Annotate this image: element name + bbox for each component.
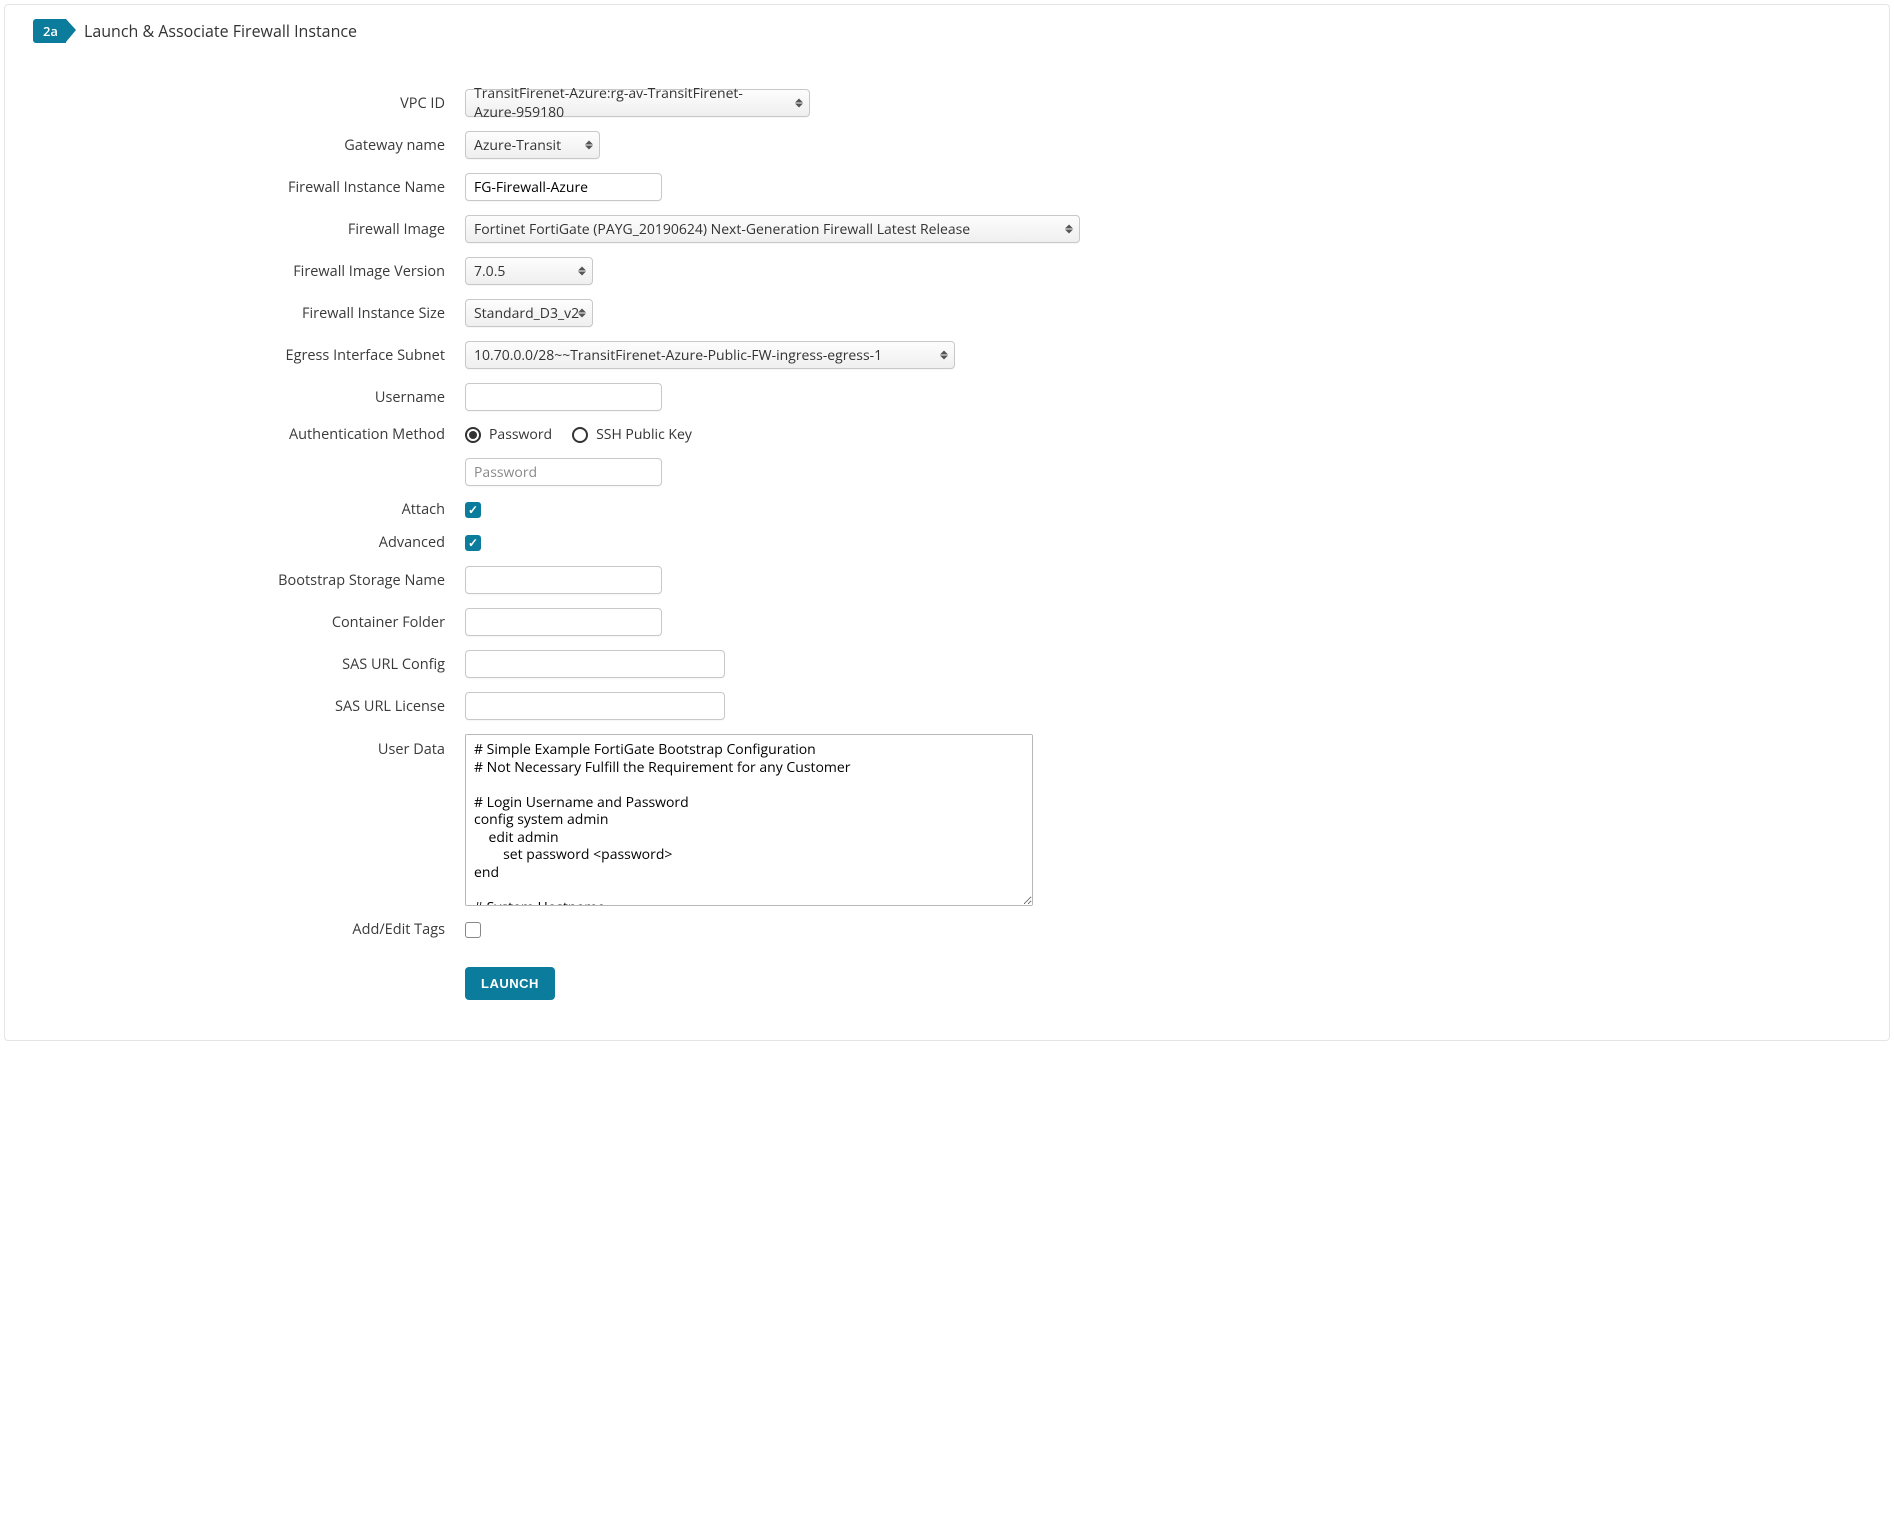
chevron-updown-icon	[940, 351, 948, 360]
username-input[interactable]	[465, 383, 662, 411]
label-firewall-image: Firewall Image	[5, 220, 445, 239]
auth-password-label: Password	[489, 425, 552, 444]
firewall-instance-name-input[interactable]	[465, 173, 662, 201]
sas-url-config-input[interactable]	[465, 650, 725, 678]
vpc-id-select[interactable]: TransitFirenet-Azure:rg-av-TransitFirene…	[465, 89, 810, 117]
label-auth-method: Authentication Method	[5, 425, 445, 444]
sas-url-license-input[interactable]	[465, 692, 725, 720]
label-firewall-instance-name: Firewall Instance Name	[5, 178, 445, 197]
launch-firewall-panel: 2a Launch & Associate Firewall Instance …	[4, 4, 1890, 1041]
label-attach: Attach	[5, 500, 445, 519]
chevron-updown-icon	[1065, 225, 1073, 234]
label-user-data: User Data	[5, 734, 445, 759]
firewall-image-version-value: 7.0.5	[474, 262, 505, 281]
password-field[interactable]	[474, 463, 653, 482]
label-firewall-image-version: Firewall Image Version	[5, 262, 445, 281]
auth-ssh-label: SSH Public Key	[596, 425, 692, 444]
bootstrap-storage-name-input[interactable]	[465, 566, 662, 594]
label-advanced: Advanced	[5, 533, 445, 552]
username-field[interactable]	[474, 388, 653, 407]
container-folder-field[interactable]	[474, 613, 653, 632]
advanced-checkbox[interactable]: ✓	[465, 535, 481, 551]
chevron-updown-icon	[585, 141, 593, 150]
user-data-textarea[interactable]	[465, 734, 1033, 906]
page-title: Launch & Associate Firewall Instance	[84, 20, 357, 42]
label-add-edit-tags: Add/Edit Tags	[5, 920, 445, 939]
auth-method-radio-group: Password SSH Public Key	[465, 425, 692, 444]
gateway-name-value: Azure-Transit	[474, 136, 561, 155]
step-badge: 2a	[33, 19, 66, 43]
label-gateway-name: Gateway name	[5, 136, 445, 155]
auth-method-ssh-radio[interactable]: SSH Public Key	[572, 425, 692, 444]
egress-subnet-value: 10.70.0.0/28~~TransitFirenet-Azure-Publi…	[474, 346, 882, 365]
label-egress-subnet: Egress Interface Subnet	[5, 346, 445, 365]
sas-url-config-field[interactable]	[474, 655, 716, 674]
label-container-folder: Container Folder	[5, 613, 445, 632]
chevron-updown-icon	[795, 99, 803, 108]
firewall-instance-size-select[interactable]: Standard_D3_v2	[465, 299, 593, 327]
launch-button[interactable]: LAUNCH	[465, 967, 555, 1000]
label-bootstrap-storage-name: Bootstrap Storage Name	[5, 571, 445, 590]
gateway-name-select[interactable]: Azure-Transit	[465, 131, 600, 159]
label-username: Username	[5, 388, 445, 407]
form: VPC ID TransitFirenet-Azure:rg-av-Transi…	[5, 59, 1889, 1000]
label-vpc-id: VPC ID	[5, 94, 445, 113]
auth-method-password-radio[interactable]: Password	[465, 425, 552, 444]
add-edit-tags-checkbox[interactable]	[465, 922, 481, 938]
firewall-instance-size-value: Standard_D3_v2	[474, 304, 579, 323]
egress-subnet-select[interactable]: 10.70.0.0/28~~TransitFirenet-Azure-Publi…	[465, 341, 955, 369]
label-sas-url-license: SAS URL License	[5, 697, 445, 716]
password-input[interactable]	[465, 458, 662, 486]
chevron-updown-icon	[578, 267, 586, 276]
label-firewall-instance-size: Firewall Instance Size	[5, 304, 445, 323]
firewall-image-value: Fortinet FortiGate (PAYG_20190624) Next-…	[474, 220, 970, 239]
radio-icon	[465, 427, 481, 443]
attach-checkbox[interactable]: ✓	[465, 502, 481, 518]
vpc-id-value: TransitFirenet-Azure:rg-av-TransitFirene…	[474, 84, 781, 122]
radio-icon	[572, 427, 588, 443]
label-sas-url-config: SAS URL Config	[5, 655, 445, 674]
panel-header: 2a Launch & Associate Firewall Instance	[5, 15, 1889, 59]
bootstrap-storage-name-field[interactable]	[474, 571, 653, 590]
chevron-updown-icon	[578, 309, 586, 318]
firewall-image-select[interactable]: Fortinet FortiGate (PAYG_20190624) Next-…	[465, 215, 1080, 243]
container-folder-input[interactable]	[465, 608, 662, 636]
firewall-image-version-select[interactable]: 7.0.5	[465, 257, 593, 285]
sas-url-license-field[interactable]	[474, 697, 716, 716]
firewall-instance-name-field[interactable]	[474, 178, 653, 197]
